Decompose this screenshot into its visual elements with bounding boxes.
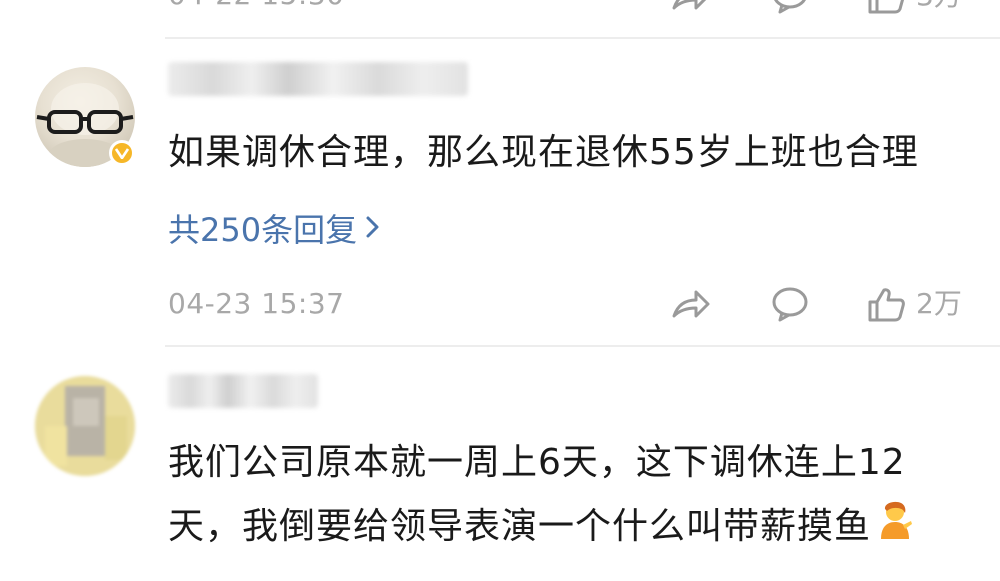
previous-comment-timestamp: 04-22 15:30 [168, 0, 344, 11]
comment-meta-row: 04-23 15:37 2万 [0, 282, 1000, 326]
like-button[interactable]: 3万 [866, 0, 962, 14]
verified-badge-icon [109, 140, 135, 166]
comment-feed: 04-22 15:30 3万 如 [0, 0, 1000, 581]
like-icon [868, 0, 905, 14]
view-replies-link[interactable]: 共250条回复 [168, 205, 381, 255]
like-count: 2万 [916, 287, 962, 320]
blurred-avatar-image [35, 376, 135, 476]
chevron-right-icon [365, 205, 381, 255]
comment-icon[interactable] [770, 286, 810, 322]
like-button[interactable]: 2万 [866, 286, 962, 322]
divider [165, 37, 1000, 39]
comment-text: 如果调休合理，那么现在退休55岁上班也合理 [168, 132, 919, 173]
divider [165, 345, 1000, 347]
previous-comment-like-count: 3万 [916, 0, 962, 14]
comment-text-line: 天，我倒要给领导表演一个什么叫带薪摸鱼 [168, 494, 915, 561]
previous-comment-meta-row: 04-22 15:30 3万 [0, 0, 1000, 14]
share-icon[interactable] [668, 286, 712, 322]
comment-text-line: 我们公司原本就一周上6天，这下调休连上12 [168, 442, 906, 483]
avatar[interactable] [35, 376, 135, 476]
comment-text-content: 天，我倒要给领导表演一个什么叫带薪摸鱼 [168, 506, 872, 547]
comment-timestamp: 04-23 15:37 [168, 287, 345, 320]
username-blurred[interactable] [168, 62, 468, 96]
person-tipping-hand-emoji [875, 495, 915, 561]
view-replies-label: 共250条回复 [168, 211, 358, 249]
comment-icon[interactable] [770, 0, 810, 18]
username-blurred[interactable] [168, 374, 318, 408]
share-icon[interactable] [668, 0, 712, 18]
like-icon [868, 288, 905, 322]
